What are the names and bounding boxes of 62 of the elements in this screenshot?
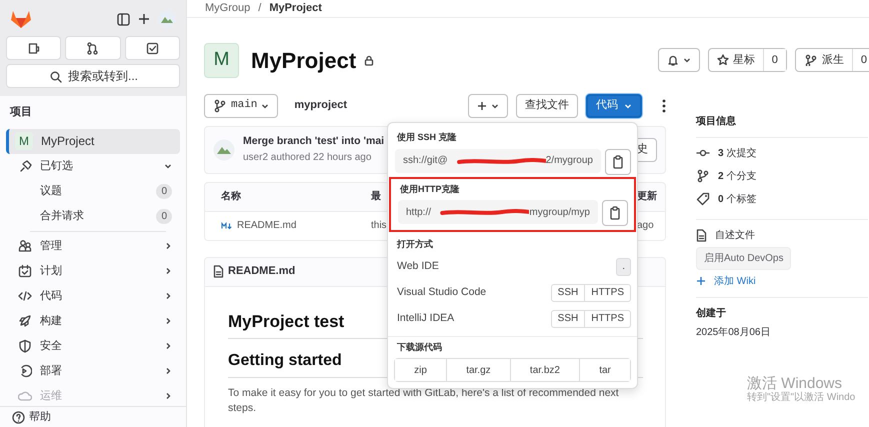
- count-badge: 0: [156, 184, 172, 198]
- readme-paragraph: To make it easy for you to get started with GitLab, here's a list of recommended next steps.: [228, 386, 620, 416]
- nav-item[interactable]: 合并请求 0: [6, 204, 180, 228]
- code-button[interactable]: 代码: [586, 94, 642, 118]
- stat-link[interactable]: 3 次提交: [718, 146, 756, 160]
- breadcrumb-link[interactable]: MyGroup: [205, 0, 250, 16]
- ide-label: Web IDE: [397, 258, 439, 274]
- commit-meta: user2 authored 22 hours ago: [243, 150, 372, 165]
- stat-link[interactable]: 2 个分支: [718, 168, 756, 184]
- table-cell-text: ago: [637, 219, 654, 233]
- activation-text: 转到"设置"以激活 Windo: [747, 392, 856, 404]
- add-wiki-link[interactable]: 添加 Wiki: [696, 274, 756, 288]
- nav-item[interactable]: 议题 0: [6, 178, 180, 204]
- help-link[interactable]: 帮助: [29, 408, 51, 426]
- section-title: 项目: [8, 105, 33, 120]
- section-title: 使用HTTP克隆: [398, 182, 460, 196]
- commit-title[interactable]: Merge branch 'test' into 'mai: [243, 134, 384, 150]
- open-button[interactable]: SSH: [550, 310, 586, 328]
- activation-title: 激活 Windows: [747, 375, 844, 392]
- repository-path: myproject: [294, 98, 347, 114]
- nav-item[interactable]: 部署: [6, 358, 180, 384]
- readme-link[interactable]: 自述文件: [715, 228, 755, 242]
- search-field[interactable]: 搜索或转到...: [6, 64, 180, 88]
- nav-item[interactable]: 已钉选: [6, 154, 180, 178]
- project-title: MyProject: [251, 46, 356, 75]
- star-count[interactable]: 0: [762, 49, 786, 71]
- ide-label: IntelliJ IDEA: [397, 310, 454, 326]
- column-header: 名称: [221, 191, 241, 202]
- open-button[interactable]: SSH: [550, 284, 586, 302]
- url-field[interactable]: http:// mygroup/myp: [398, 200, 598, 224]
- count-badge: 0: [156, 208, 172, 224]
- nav-item[interactable]: 管理: [6, 234, 180, 258]
- find-file-button[interactable]: 查找文件: [516, 94, 578, 118]
- nav-item[interactable]: M MyProject: [6, 128, 180, 154]
- breadcrumb-separator: /: [258, 1, 262, 16]
- column-header: 最: [371, 191, 381, 202]
- section-title: 使用 SSH 克隆: [396, 131, 458, 144]
- created-date: 2025年08月06日: [696, 326, 772, 340]
- open-button[interactable]: HTTPS: [585, 284, 631, 302]
- breadcrumb-link[interactable]: MyProject: [269, 0, 322, 16]
- stat-link[interactable]: 0 个标签: [718, 192, 756, 206]
- nav-item[interactable]: 构建: [6, 308, 180, 334]
- readme-title: README.md: [228, 264, 296, 280]
- column-header: 更新: [637, 191, 657, 202]
- file-link[interactable]: README.md: [237, 218, 296, 233]
- section-title: 打开方式: [396, 238, 434, 251]
- info-title: 项目信息: [696, 114, 868, 138]
- created-label: 创建于: [696, 306, 727, 320]
- nav-item[interactable]: 计划: [6, 258, 180, 284]
- project-avatar: M: [204, 42, 239, 78]
- project-avatar: M: [15, 132, 33, 150]
- ide-label: Visual Studio Code: [397, 284, 486, 300]
- branch-selector[interactable]: main: [204, 94, 278, 118]
- nav-item[interactable]: 安全: [6, 334, 180, 358]
- open-button[interactable]: .: [616, 258, 631, 276]
- nav-item[interactable]: 代码: [6, 284, 180, 308]
- fork-count[interactable]: 0: [852, 49, 869, 71]
- url-field[interactable]: ssh://git@ 2/mygroup: [395, 148, 601, 172]
- table-cell-text: this: [371, 219, 387, 233]
- download-button[interactable]: zip: [395, 359, 448, 381]
- open-button[interactable]: HTTPS: [585, 310, 631, 328]
- auto-devops-button[interactable]: 启用Auto DevOps: [696, 246, 792, 270]
